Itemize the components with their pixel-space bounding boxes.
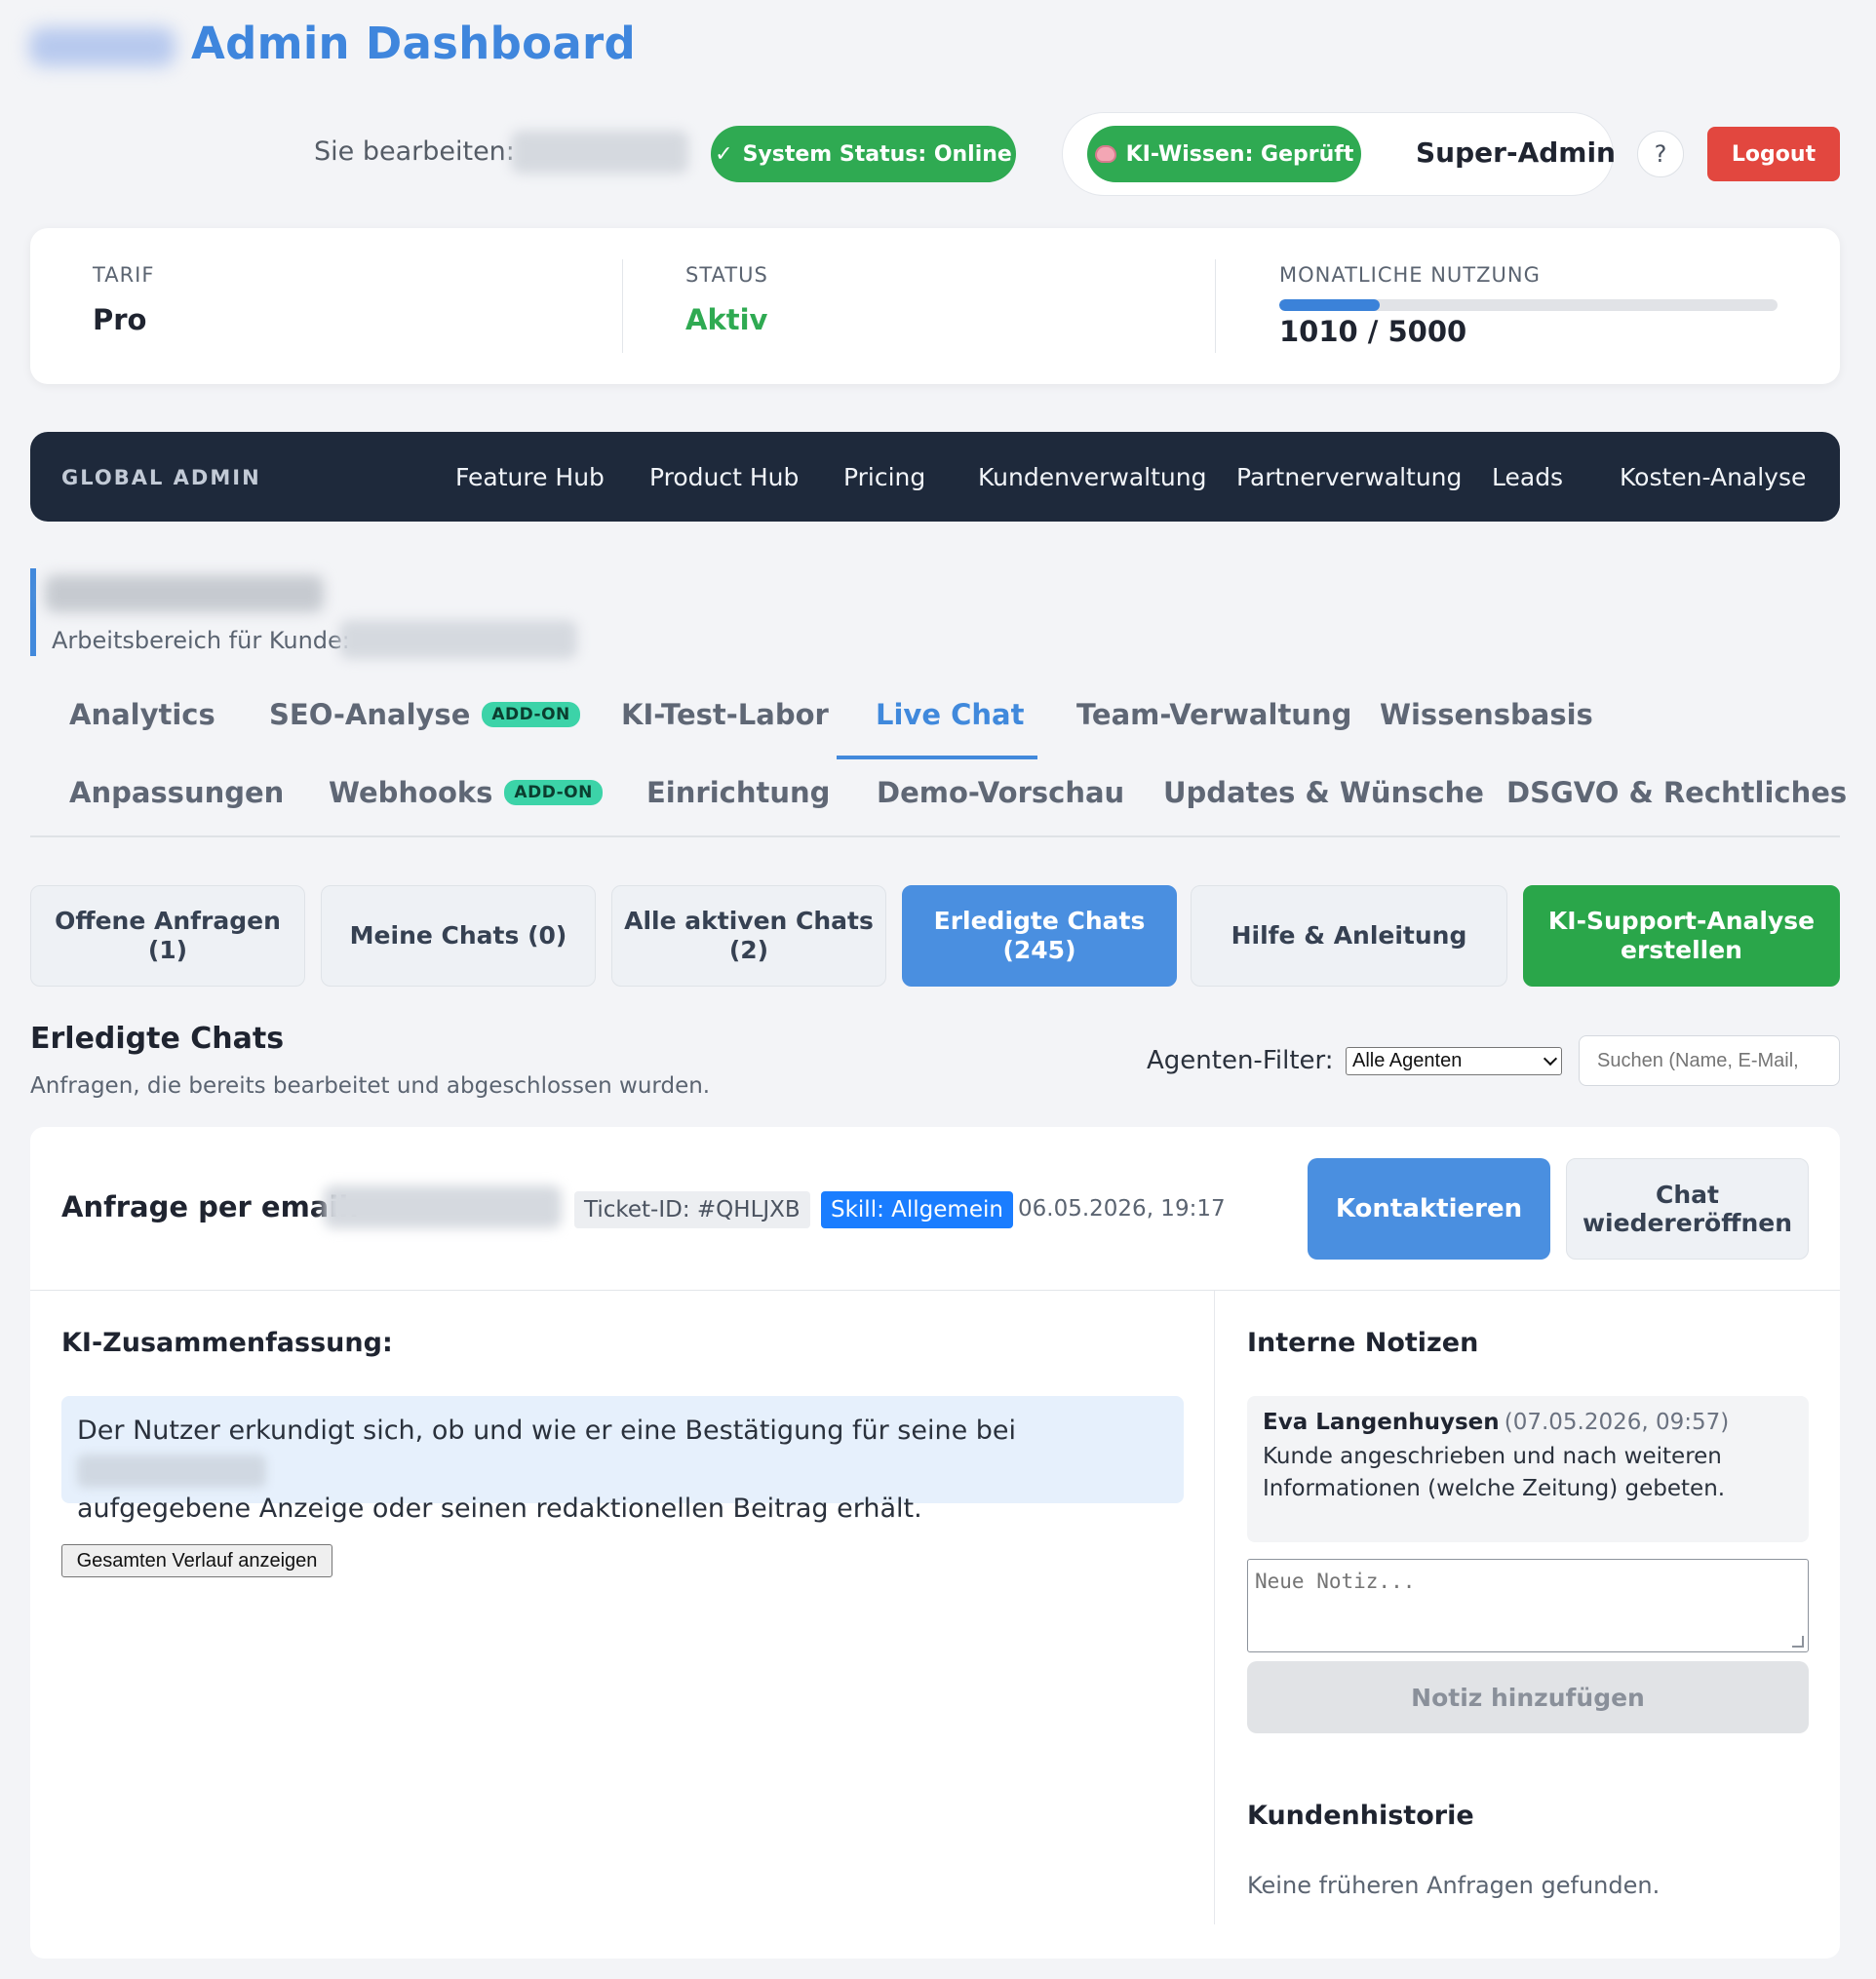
workspace-client-label: Arbeitsbereich für Kunde:	[52, 627, 350, 654]
usage-value: 1010 / 5000	[1279, 315, 1467, 348]
internal-notes-heading: Interne Notizen	[1247, 1328, 1479, 1358]
nav-feature-hub[interactable]: Feature Hub	[455, 463, 605, 491]
ki-knowledge-badge: KI-Wissen: Geprüft	[1087, 126, 1361, 182]
section-title: Erledigte Chats	[30, 1022, 285, 1056]
ki-summary-heading: KI-Zusammenfassung:	[61, 1328, 393, 1358]
customer-history-heading: Kundenhistorie	[1247, 1801, 1474, 1831]
user-role: Super-Admin	[1416, 136, 1616, 169]
filter-my-chats-button[interactable]: Meine Chats (0)	[321, 885, 596, 987]
brain-icon	[1094, 145, 1116, 163]
column-divider	[1214, 1291, 1215, 1924]
nav-pricing[interactable]: Pricing	[843, 463, 925, 491]
note-item: Eva Langenhuysen (07.05.2026, 09:57) Kun…	[1247, 1396, 1809, 1542]
filter-open-requests-button[interactable]: Offene Anfragen (1)	[30, 885, 305, 987]
status-value: Aktiv	[685, 303, 768, 336]
filter-all-active-chats-button[interactable]: Alle aktiven Chats (2)	[611, 885, 886, 987]
brand-logo-blurred	[29, 27, 176, 66]
request-date: 06.05.2026, 19:17	[1018, 1196, 1226, 1222]
tab-live-chat[interactable]: Live Chat	[876, 698, 1024, 731]
customer-history-empty: Keine früheren Anfragen gefunden.	[1247, 1872, 1661, 1899]
editing-label: Sie bearbeiten:	[314, 136, 515, 167]
tab-webhooks[interactable]: Webhooks ADD-ON	[329, 776, 603, 809]
add-note-button[interactable]: Notiz hinzufügen	[1247, 1661, 1809, 1733]
global-admin-nav	[30, 432, 1840, 522]
logout-button[interactable]: Logout	[1707, 127, 1840, 181]
usage-progress-bar	[1279, 299, 1778, 311]
active-tab-indicator	[837, 756, 1037, 759]
workspace-client-redacted	[339, 620, 577, 659]
skill-badge: Skill: Allgemein	[821, 1191, 1013, 1228]
workspace-title-redacted	[45, 575, 324, 612]
status-label: STATUS	[685, 263, 768, 287]
tab-demo-vorschau[interactable]: Demo-Vorschau	[877, 776, 1124, 809]
tab-team-verwaltung[interactable]: Team-Verwaltung	[1076, 698, 1351, 731]
summary-divider	[1215, 259, 1216, 353]
tab-analytics[interactable]: Analytics	[69, 698, 215, 731]
agent-filter-label: Agenten-Filter:	[1147, 1046, 1334, 1075]
agent-filter-select[interactable]: Alle Agenten	[1346, 1047, 1562, 1075]
summary-divider	[622, 259, 623, 353]
note-author: Eva Langenhuysen	[1263, 1410, 1500, 1435]
ki-summary-box: Der Nutzer erkundigt sich, ob und wie er…	[61, 1396, 1184, 1524]
usage-progress-fill	[1279, 299, 1381, 311]
request-label: Anfrage per email:	[61, 1190, 360, 1223]
help-guide-button[interactable]: Hilfe & Anleitung	[1191, 885, 1507, 987]
tab-anpassungen[interactable]: Anpassungen	[69, 776, 284, 809]
nav-kosten-analyse[interactable]: Kosten-Analyse	[1620, 463, 1806, 491]
note-text: Kunde angeschrieben und nach weiteren In…	[1263, 1444, 1726, 1501]
tab-wissensbasis[interactable]: Wissensbasis	[1380, 698, 1593, 731]
nav-kundenverwaltung[interactable]: Kundenverwaltung	[978, 463, 1206, 491]
check-icon: ✓	[715, 141, 733, 167]
global-admin-label: GLOBAL ADMIN	[61, 466, 261, 489]
nav-leads[interactable]: Leads	[1492, 463, 1563, 491]
nav-partnerverwaltung[interactable]: Partnerverwaltung	[1236, 463, 1462, 491]
tab-dsgvo-rechtliches[interactable]: DSGVO & Rechtliches	[1506, 776, 1847, 809]
newspaper-name-redacted	[77, 1454, 266, 1488]
nav-product-hub[interactable]: Product Hub	[649, 463, 799, 491]
contact-button[interactable]: Kontaktieren	[1308, 1158, 1550, 1260]
page-title: Admin Dashboard	[191, 18, 636, 69]
tab-seo-analyse[interactable]: SEO-Analyse ADD-ON	[269, 698, 580, 731]
editing-target-redacted	[511, 131, 688, 174]
plan-value: Pro	[93, 303, 147, 336]
addon-badge: ADD-ON	[482, 702, 580, 727]
plan-label: TARIF	[93, 263, 155, 287]
request-email-redacted	[324, 1185, 562, 1228]
filter-completed-chats-button[interactable]: Erledigte Chats (245)	[902, 885, 1177, 987]
tab-ki-test-labor[interactable]: KI-Test-Labor	[621, 698, 829, 731]
new-note-input[interactable]	[1247, 1559, 1809, 1652]
help-button[interactable]: ?	[1637, 131, 1684, 177]
resize-handle-icon[interactable]	[1792, 1636, 1804, 1648]
usage-label: MONATLICHE NUTZUNG	[1279, 263, 1541, 287]
tabs-divider	[30, 835, 1840, 837]
chevron-down-icon	[1543, 1051, 1558, 1066]
ticket-id-badge: Ticket-ID: #QHLJXB	[574, 1191, 810, 1228]
system-status-badge: ✓ System Status: Online	[711, 126, 1016, 182]
card-divider	[30, 1290, 1840, 1291]
tab-einrichtung[interactable]: Einrichtung	[646, 776, 830, 809]
section-subtitle: Anfragen, die bereits bearbeitet und abg…	[30, 1073, 711, 1099]
addon-badge: ADD-ON	[504, 780, 603, 805]
note-time: (07.05.2026, 09:57)	[1504, 1410, 1730, 1435]
workspace-accent-bar	[30, 568, 36, 656]
search-input[interactable]	[1579, 1035, 1840, 1086]
show-full-history-button[interactable]: Gesamten Verlauf anzeigen	[61, 1544, 332, 1577]
tab-updates-wuensche[interactable]: Updates & Wünsche	[1163, 776, 1484, 809]
ki-support-analysis-button[interactable]: KI-Support-Analyse erstellen	[1523, 885, 1840, 987]
reopen-chat-button[interactable]: Chat wiedereröffnen	[1566, 1158, 1809, 1260]
